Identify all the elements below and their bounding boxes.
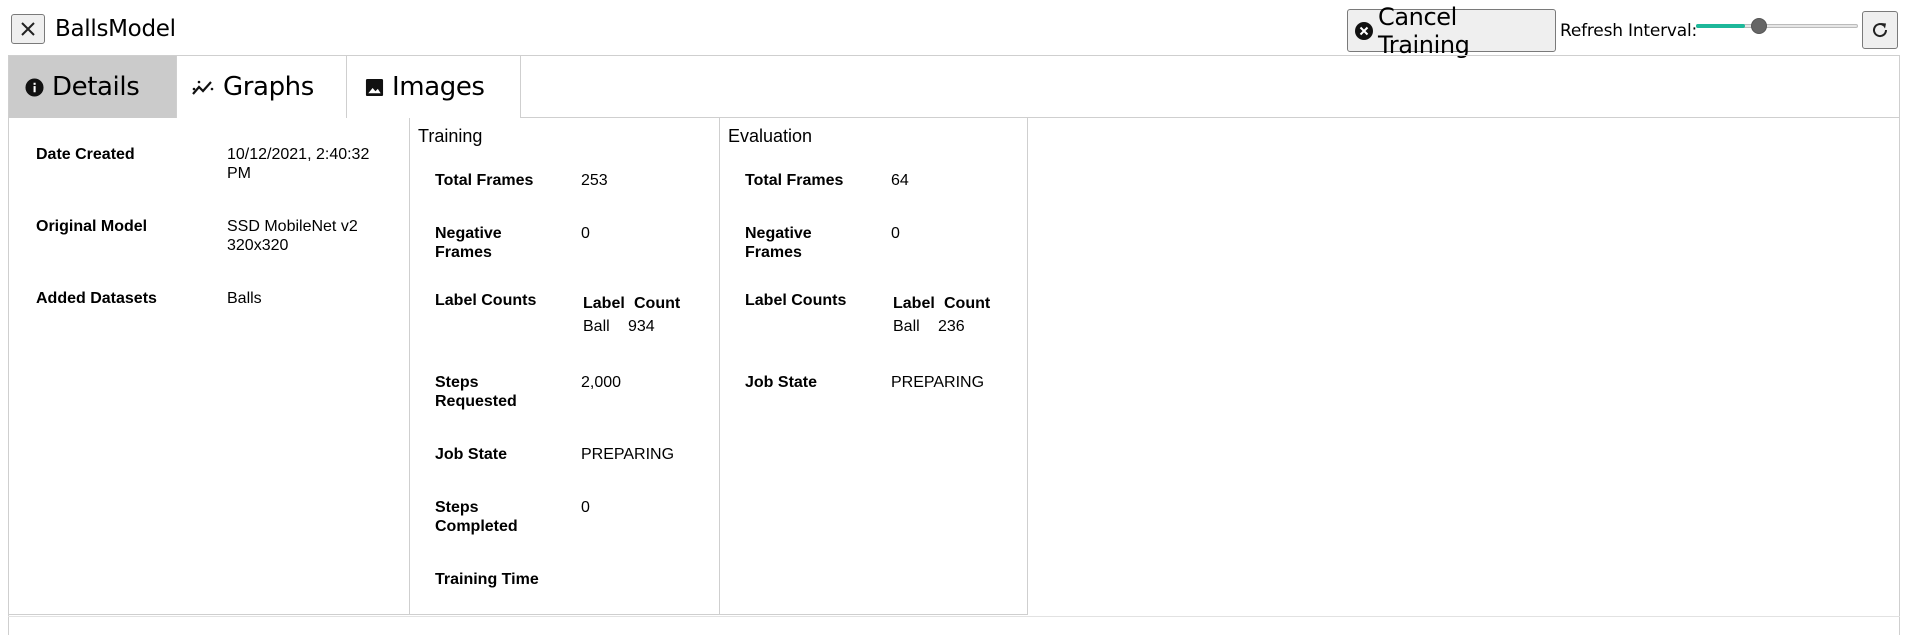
steps-completed-value: 0 [581,499,590,516]
evaluation-job-state-label: Job State [745,374,818,391]
model-panel: Details Graphs Images Date Created 10/12… [8,55,1900,635]
cancel-training-label: Cancel Training [1378,2,1470,59]
evaluation-lc-header-count: Count [944,295,991,312]
panel-bottom-divider [8,616,1900,617]
evaluation-label-counts-label: Label Counts [745,292,847,309]
training-column: Training Total Frames 253 Negative Frame… [410,118,720,615]
evaluation-lc-row-label: Ball [893,318,920,335]
evaluation-column: Evaluation Total Frames 64 Negative Fram… [720,118,1028,615]
tab-bar: Details Graphs Images [9,55,1899,118]
training-lc-row-label: Ball [583,318,610,335]
training-lc-header-count: Count [634,295,681,312]
training-total-frames-value: 253 [581,172,608,189]
tab-details-label: Details [52,72,140,102]
cancel-circle-icon [1354,21,1374,41]
date-created-value: 10/12/2021, 2:40:32 PM [227,146,370,182]
evaluation-negative-frames-label: Negative Frames [745,225,812,261]
evaluation-title: Evaluation [728,126,813,146]
slider-thumb[interactable] [1751,18,1767,34]
training-lc-header-label: Label [583,295,625,312]
evaluation-negative-frames-value: 0 [891,225,900,242]
image-icon [365,78,384,97]
training-title: Training [418,126,483,146]
steps-requested-label: Steps Requested [435,374,517,410]
close-button[interactable] [11,14,45,44]
training-negative-frames-value: 0 [581,225,590,242]
training-negative-frames-label: Negative Frames [435,225,502,261]
evaluation-lc-header-label: Label [893,295,935,312]
refresh-button[interactable] [1862,11,1898,49]
general-column: Date Created 10/12/2021, 2:40:32 PM Orig… [9,118,410,615]
evaluation-lc-row-count: 236 [938,318,965,335]
training-job-state-label: Job State [435,446,508,463]
training-lc-row-count: 934 [628,318,655,335]
tab-graphs-label: Graphs [223,72,314,102]
slider-fill [1696,24,1745,28]
date-created-label: Date Created [36,146,135,163]
added-datasets-label: Added Datasets [36,290,157,307]
evaluation-total-frames-value: 64 [891,172,909,189]
cancel-training-button[interactable]: Cancel Training [1347,3,1556,59]
tab-details[interactable]: Details [9,56,177,118]
refresh-interval-label: Refresh Interval: [1560,21,1698,41]
tab-graphs[interactable]: Graphs [177,56,347,118]
steps-completed-label: Steps Completed [435,499,518,535]
tab-images-label: Images [392,72,485,102]
refresh-icon [1870,20,1890,40]
training-label-counts-label: Label Counts [435,292,537,309]
refresh-interval-slider[interactable] [1696,16,1858,36]
model-title: BallsModel [55,16,176,42]
steps-requested-value: 2,000 [581,374,622,391]
evaluation-job-state-value: PREPARING [891,374,985,391]
training-time-label: Training Time [435,571,539,588]
original-model-label: Original Model [36,218,148,235]
info-icon [25,77,44,97]
original-model-value: SSD MobileNet v2 320x320 [227,218,358,254]
added-datasets-value: Balls [227,290,262,307]
training-job-state-value: PREPARING [581,446,675,463]
training-total-frames-label: Total Frames [435,172,534,189]
evaluation-total-frames-label: Total Frames [745,172,844,189]
chart-icon [191,77,215,97]
top-bar: BallsModel Cancel Training Refresh Inter… [0,0,1907,59]
close-icon [20,21,36,37]
tab-images[interactable]: Images [347,56,521,118]
